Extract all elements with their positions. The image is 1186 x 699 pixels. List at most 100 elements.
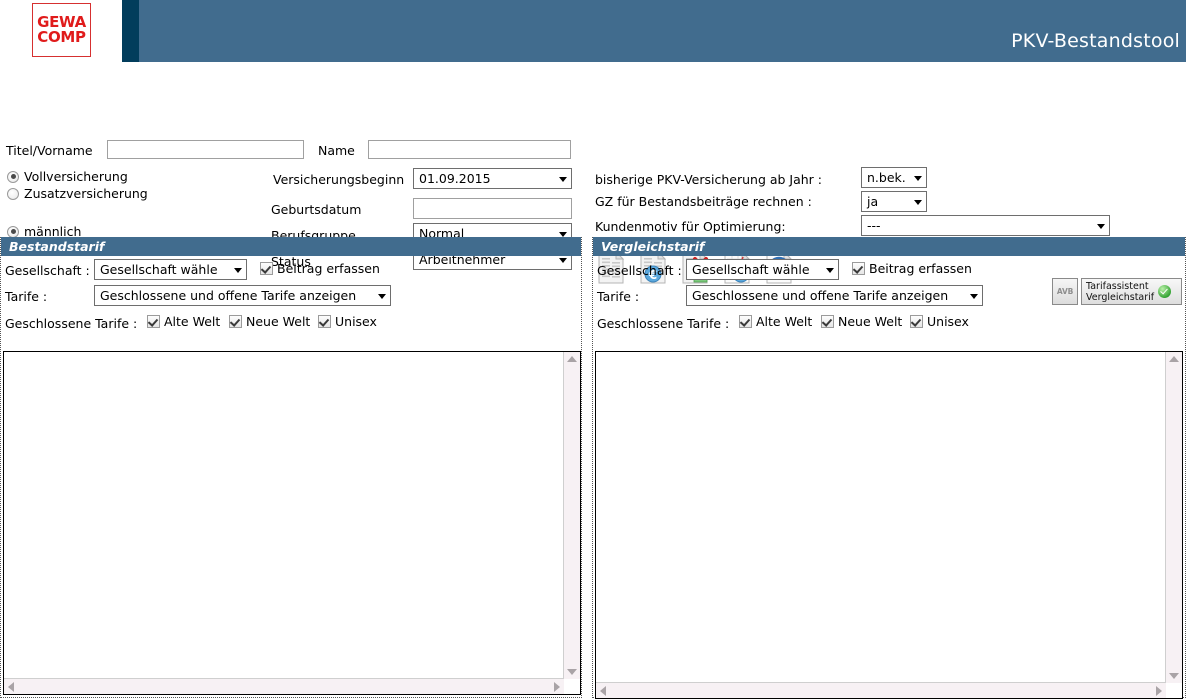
chevron-down-icon: [234, 267, 242, 273]
vergleichstarif-listbox[interactable]: [595, 351, 1183, 699]
radio-dot-icon: [7, 170, 19, 183]
vergleichstarif-gesellschaft-label: Gesellschaft :: [597, 263, 682, 278]
geburtsdatum-input[interactable]: [413, 198, 572, 219]
gz-value: ja: [867, 194, 879, 209]
kundenmotiv-value: ---: [867, 218, 881, 233]
checkbox-icon: [229, 315, 242, 328]
checkbox-icon: [260, 262, 273, 275]
bestandstarif-filter-alte-welt[interactable]: Alte Welt: [147, 314, 230, 329]
bestandstarif-gesellschaft-value: Gesellschaft wähle: [100, 262, 218, 277]
checkbox-icon: [318, 315, 331, 328]
radio-dot-icon: [7, 187, 19, 200]
chevron-down-icon: [970, 293, 978, 299]
vergleichstarif-panel: Vergleichstarif Gesellschaft : Gesellsch…: [592, 237, 1186, 699]
tarifassistent-vergleichstarif-button[interactable]: Tarifassistent Vergleichstarif: [1081, 278, 1182, 305]
header-blue-bar: PKV-Bestandstool: [139, 0, 1186, 62]
vergleichstarif-tarife-value: Geschlossene und offene Tarife anzeigen: [692, 288, 949, 303]
avb-button[interactable]: AVB: [1052, 278, 1078, 305]
chevron-down-icon: [559, 176, 567, 182]
bestandstarif-body: Gesellschaft : Gesellschaft wähle Beitra…: [1, 256, 581, 698]
scroll-up-icon[interactable]: [567, 356, 577, 362]
bestandstarif-filter-unisex-label: Unisex: [335, 314, 377, 329]
bestandstarif-tarife-select[interactable]: Geschlossene und offene Tarife anzeigen: [94, 285, 391, 306]
vergleichstarif-gesellschaft-select[interactable]: Gesellschaft wähle: [686, 259, 839, 280]
vergleichstarif-gesellschaft-value: Gesellschaft wähle: [692, 262, 810, 277]
vergleichstarif-filter-unisex[interactable]: Unisex: [910, 314, 979, 329]
bestandstarif-filter-unisex[interactable]: Unisex: [318, 314, 387, 329]
header-accent-bar: [122, 0, 139, 62]
scroll-up-icon[interactable]: [1169, 356, 1179, 362]
vergleichstarif-filter-alte-welt-label: Alte Welt: [756, 314, 813, 329]
bestandstarif-beitrag-erfassen[interactable]: Beitrag erfassen: [260, 261, 390, 276]
tarifassistent-line-2: Vergleichstarif: [1086, 291, 1155, 303]
person-form: Titel/Vorname Name Vollversicherung Zusa…: [0, 62, 1186, 284]
vergleichstarif-tarife-label: Tarife :: [597, 289, 640, 304]
bestandstarif-filter-neue-welt-label: Neue Welt: [246, 314, 311, 329]
versicherungsbeginn-select[interactable]: 01.09.2015: [413, 168, 572, 189]
bestandstarif-filter-alte-welt-label: Alte Welt: [164, 314, 221, 329]
bestandstarif-panel: Bestandstarif Gesellschaft : Gesellschaf…: [0, 237, 582, 698]
chevron-down-icon: [378, 293, 386, 299]
chevron-down-icon: [914, 199, 922, 205]
tarifassistent-line-1: Tarifassistent: [1086, 280, 1149, 292]
scroll-down-icon[interactable]: [1169, 673, 1179, 679]
tarifassistent-button-text: Tarifassistent Vergleichstarif: [1082, 281, 1154, 303]
chevron-down-icon: [1097, 223, 1105, 229]
bestandstarif-vertical-scrollbar[interactable]: [563, 352, 580, 679]
pkv-ab-jahr-value: n.bek.: [867, 170, 906, 185]
kundenmotiv-label: Kundenmotiv für Optimierung:: [595, 219, 786, 234]
geburtsdatum-label: Geburtsdatum: [271, 202, 362, 217]
scroll-right-icon[interactable]: [1156, 685, 1162, 696]
checkbox-icon: [910, 315, 923, 328]
vergleichstarif-filter-neue-welt[interactable]: Neue Welt: [821, 314, 912, 329]
vergleichstarif-tarife-select[interactable]: Geschlossene und offene Tarife anzeigen: [686, 285, 983, 306]
pkv-ab-jahr-select[interactable]: n.bek.: [861, 167, 927, 188]
gz-label: GZ für Bestandsbeiträge rechnen :: [595, 194, 812, 209]
radio-zusatzversicherung-label: Zusatzversicherung: [24, 186, 148, 201]
bestandstarif-geschlossene-label: Geschlossene Tarife :: [5, 316, 138, 331]
logo-line-2: COMP: [37, 28, 86, 46]
radio-vollversicherung-label: Vollversicherung: [24, 169, 128, 184]
bestandstarif-listbox[interactable]: [3, 351, 581, 695]
vergleichstarif-beitrag-erfassen-label: Beitrag erfassen: [869, 261, 972, 276]
vergleichstarif-filter-neue-welt-label: Neue Welt: [838, 314, 903, 329]
vergleichstarif-body: Gesellschaft : Gesellschaft wähle Beitra…: [593, 256, 1185, 699]
titel-vorname-input[interactable]: [107, 140, 304, 159]
page-title: PKV-Bestandstool: [1011, 30, 1180, 52]
gz-select[interactable]: ja: [861, 191, 927, 212]
kundenmotiv-select[interactable]: ---: [861, 215, 1110, 236]
vergleichstarif-vertical-scrollbar[interactable]: [1165, 352, 1182, 683]
radio-dot-icon: [7, 225, 19, 238]
vergleichstarif-filter-unisex-label: Unisex: [927, 314, 969, 329]
bestandstarif-tarife-value: Geschlossene und offene Tarife anzeigen: [100, 288, 357, 303]
scroll-left-icon[interactable]: [600, 685, 606, 696]
bestandstarif-title: Bestandstarif: [1, 237, 581, 256]
radio-zusatzversicherung[interactable]: Zusatzversicherung: [7, 186, 148, 201]
pkv-ab-jahr-label: bisherige PKV-Versicherung ab Jahr :: [595, 172, 823, 187]
checkbox-icon: [147, 315, 160, 328]
checkbox-icon: [739, 315, 752, 328]
bestandstarif-filter-neue-welt[interactable]: Neue Welt: [229, 314, 320, 329]
vergleichstarif-horizontal-scrollbar[interactable]: [596, 682, 1166, 698]
name-label: Name: [318, 143, 355, 158]
chevron-down-icon: [826, 267, 834, 273]
scroll-down-icon[interactable]: [567, 669, 577, 675]
scroll-right-icon[interactable]: [554, 681, 560, 692]
bestandstarif-gesellschaft-select[interactable]: Gesellschaft wähle: [94, 259, 247, 280]
radio-vollversicherung[interactable]: Vollversicherung: [7, 169, 128, 184]
titel-vorname-label: Titel/Vorname: [6, 143, 93, 158]
checkbox-icon: [821, 315, 834, 328]
scrollbar-corner: [564, 679, 580, 694]
bestandstarif-horizontal-scrollbar[interactable]: [4, 678, 564, 694]
versicherungsbeginn-value: 01.09.2015: [419, 171, 491, 186]
checkbox-icon: [852, 262, 865, 275]
vergleichstarif-beitrag-erfassen[interactable]: Beitrag erfassen: [852, 261, 982, 276]
vergleichstarif-geschlossene-label: Geschlossene Tarife :: [597, 316, 730, 331]
bestandstarif-beitrag-erfassen-label: Beitrag erfassen: [277, 261, 380, 276]
versicherungsbeginn-label: Versicherungsbeginn: [273, 172, 405, 187]
name-input[interactable]: [368, 140, 571, 159]
scroll-left-icon[interactable]: [8, 681, 14, 692]
gewacomp-logo: GEWA COMP: [32, 3, 91, 57]
chevron-down-icon: [914, 175, 922, 181]
vergleichstarif-filter-alte-welt[interactable]: Alte Welt: [739, 314, 822, 329]
